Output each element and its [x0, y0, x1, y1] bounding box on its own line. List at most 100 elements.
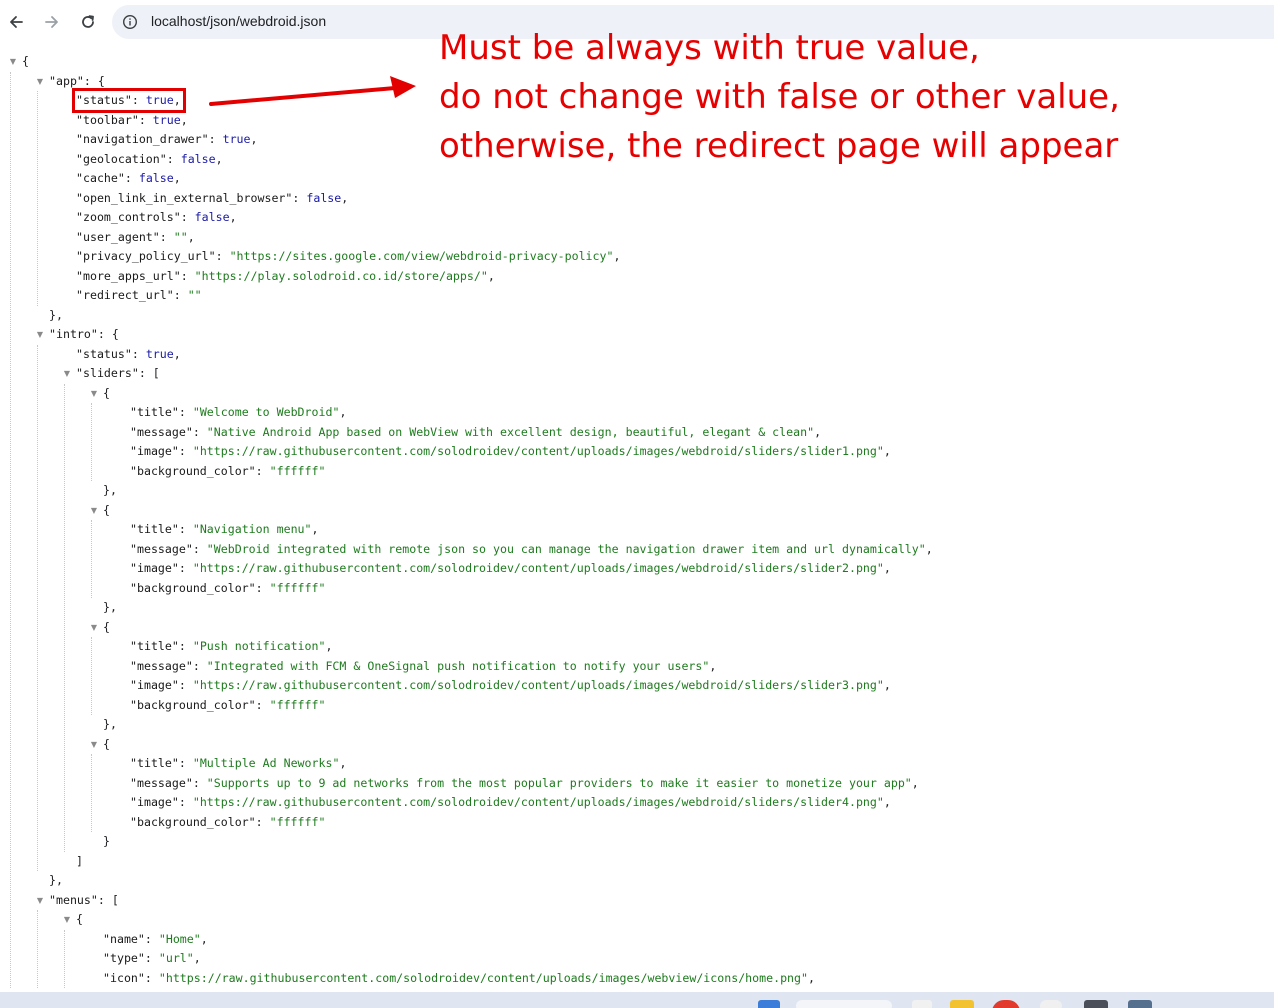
json-punctuation: ,	[487, 268, 495, 283]
json-key: "geolocation"	[76, 151, 167, 166]
json-punctuation: :	[124, 171, 139, 185]
json-key: "toolbar"	[76, 112, 139, 127]
json-punctuation: :	[192, 424, 207, 439]
json-boolean-value: true	[222, 132, 251, 146]
json-punctuation: :	[215, 249, 230, 263]
json-punctuation: :	[192, 658, 207, 673]
highlight-box	[72, 88, 186, 113]
json-key: "menus"	[49, 892, 98, 907]
json-line: "message": "Supports up to 9 ad networks…	[0, 774, 919, 794]
json-line: "privacy_policy_url": "https://sites.goo…	[0, 247, 620, 267]
json-line: "cache": false,	[0, 169, 181, 189]
json-punctuation: ,	[215, 151, 223, 166]
json-punctuation: :	[255, 463, 270, 478]
indent-guide	[64, 929, 65, 988]
json-string-value: "https://raw.githubusercontent.com/solod…	[192, 678, 884, 692]
taskbar-search-icon[interactable]	[796, 1000, 892, 1008]
json-punctuation: :	[178, 756, 193, 770]
json-string-value: "https://sites.google.com/view/webdroid-…	[229, 249, 614, 263]
json-key: "zoom_controls"	[76, 210, 181, 224]
collapse-toggle-icon[interactable]: ▼	[89, 384, 99, 404]
site-info-icon[interactable]	[122, 14, 138, 30]
folder-icon[interactable]	[950, 1000, 974, 1008]
json-key: "message"	[130, 424, 193, 439]
indent-guide	[91, 403, 92, 481]
collapse-toggle-icon[interactable]: ▼	[35, 72, 45, 92]
forward-button[interactable]	[38, 8, 66, 36]
json-line: ]	[0, 852, 83, 872]
json-key: "privacy_policy_url"	[76, 249, 216, 263]
json-line: "background_color": "ffffff"	[0, 462, 325, 482]
json-string-value: "Navigation menu"	[192, 522, 312, 536]
json-key: "message"	[130, 775, 193, 790]
json-string-value: "ffffff"	[269, 463, 326, 478]
json-punctuation: ,	[250, 132, 258, 146]
app-icon[interactable]	[1128, 1000, 1152, 1008]
annotation-line: do not change with false or other value,	[439, 77, 1120, 117]
json-string-value: "url"	[158, 951, 194, 965]
json-punctuation: ,	[341, 190, 349, 205]
widgets-icon[interactable]	[912, 1000, 932, 1008]
json-key: "navigation_drawer"	[76, 132, 209, 146]
indent-guide	[91, 520, 92, 598]
json-string-value: "Supports up to 9 ad networks from the m…	[206, 775, 912, 790]
indent-guide	[10, 71, 11, 988]
json-string-value: ""	[173, 229, 188, 244]
json-key: "background_color"	[130, 463, 256, 478]
json-string-value: "ffffff"	[269, 697, 326, 712]
json-line: "user_agent": "",	[0, 228, 195, 248]
json-line: "image": "https://raw.githubusercontent.…	[0, 793, 891, 813]
json-punctuation: :	[178, 444, 193, 458]
json-key: "message"	[130, 541, 193, 556]
terminal-icon[interactable]	[1084, 1000, 1108, 1008]
collapse-toggle-icon[interactable]: ▼	[8, 52, 18, 72]
json-key: "image"	[130, 795, 179, 809]
json-punctuation: ,	[883, 678, 891, 692]
json-line: "title": "Push notification",	[0, 637, 332, 657]
json-punctuation: :	[178, 795, 193, 809]
json-punctuation: ,	[193, 951, 201, 965]
json-string-value: "Native Android App based on WebView wit…	[206, 424, 815, 439]
reload-button[interactable]	[74, 8, 102, 36]
json-punctuation: :	[173, 288, 188, 302]
back-button[interactable]	[2, 8, 30, 36]
json-string-value: "https://raw.githubusercontent.com/solod…	[192, 444, 884, 458]
json-punctuation: ,	[925, 541, 933, 556]
json-punctuation: ,	[339, 756, 347, 770]
json-line: "type": "url",	[0, 949, 201, 969]
json-punctuation: : [	[138, 366, 160, 380]
chrome-icon[interactable]	[992, 1000, 1020, 1008]
taskbar	[0, 992, 1274, 1008]
url-text[interactable]: localhost/json/webdroid.json	[151, 13, 326, 29]
json-line: ▼ "intro": {	[0, 325, 119, 345]
json-punctuation: :	[178, 522, 193, 536]
json-line: ▼ "sliders": [	[0, 364, 160, 384]
json-punctuation: :	[208, 132, 223, 146]
json-key: "title"	[130, 756, 179, 770]
indent-guide	[64, 383, 65, 852]
collapse-toggle-icon[interactable]: ▼	[35, 325, 45, 345]
indent-guide	[91, 637, 92, 715]
json-line: }	[0, 832, 110, 852]
collapse-toggle-icon[interactable]: ▼	[62, 910, 72, 930]
json-key: "app"	[49, 73, 84, 88]
json-line: "zoom_controls": false,	[0, 208, 237, 228]
collapse-toggle-icon[interactable]: ▼	[89, 735, 99, 755]
json-viewer: ▼{▼ "app": {"status": true, "toolbar": tru…	[0, 44, 1274, 992]
collapse-toggle-icon[interactable]: ▼	[89, 618, 99, 638]
collapse-toggle-icon[interactable]: ▼	[62, 364, 72, 384]
json-string-value: "Multiple Ad Neworks"	[192, 756, 340, 770]
json-string-value: "Push notification"	[192, 639, 326, 653]
app-icon[interactable]	[1040, 1000, 1062, 1008]
json-punctuation: ,	[325, 639, 333, 653]
json-string-value: "Integrated with FCM & OneSignal push no…	[206, 658, 710, 673]
start-icon[interactable]	[758, 1000, 780, 1008]
collapse-toggle-icon[interactable]: ▼	[35, 891, 45, 911]
json-line: "title": "Multiple Ad Neworks",	[0, 754, 346, 774]
json-key: "name"	[103, 931, 145, 946]
annotation-line: Must be always with true value,	[439, 28, 980, 68]
json-string-value: "WebDroid integrated with remote json so…	[206, 541, 926, 556]
json-string-value: "https://raw.githubusercontent.com/solod…	[192, 561, 884, 575]
collapse-toggle-icon[interactable]: ▼	[89, 501, 99, 521]
arrow-right-icon	[45, 16, 58, 28]
